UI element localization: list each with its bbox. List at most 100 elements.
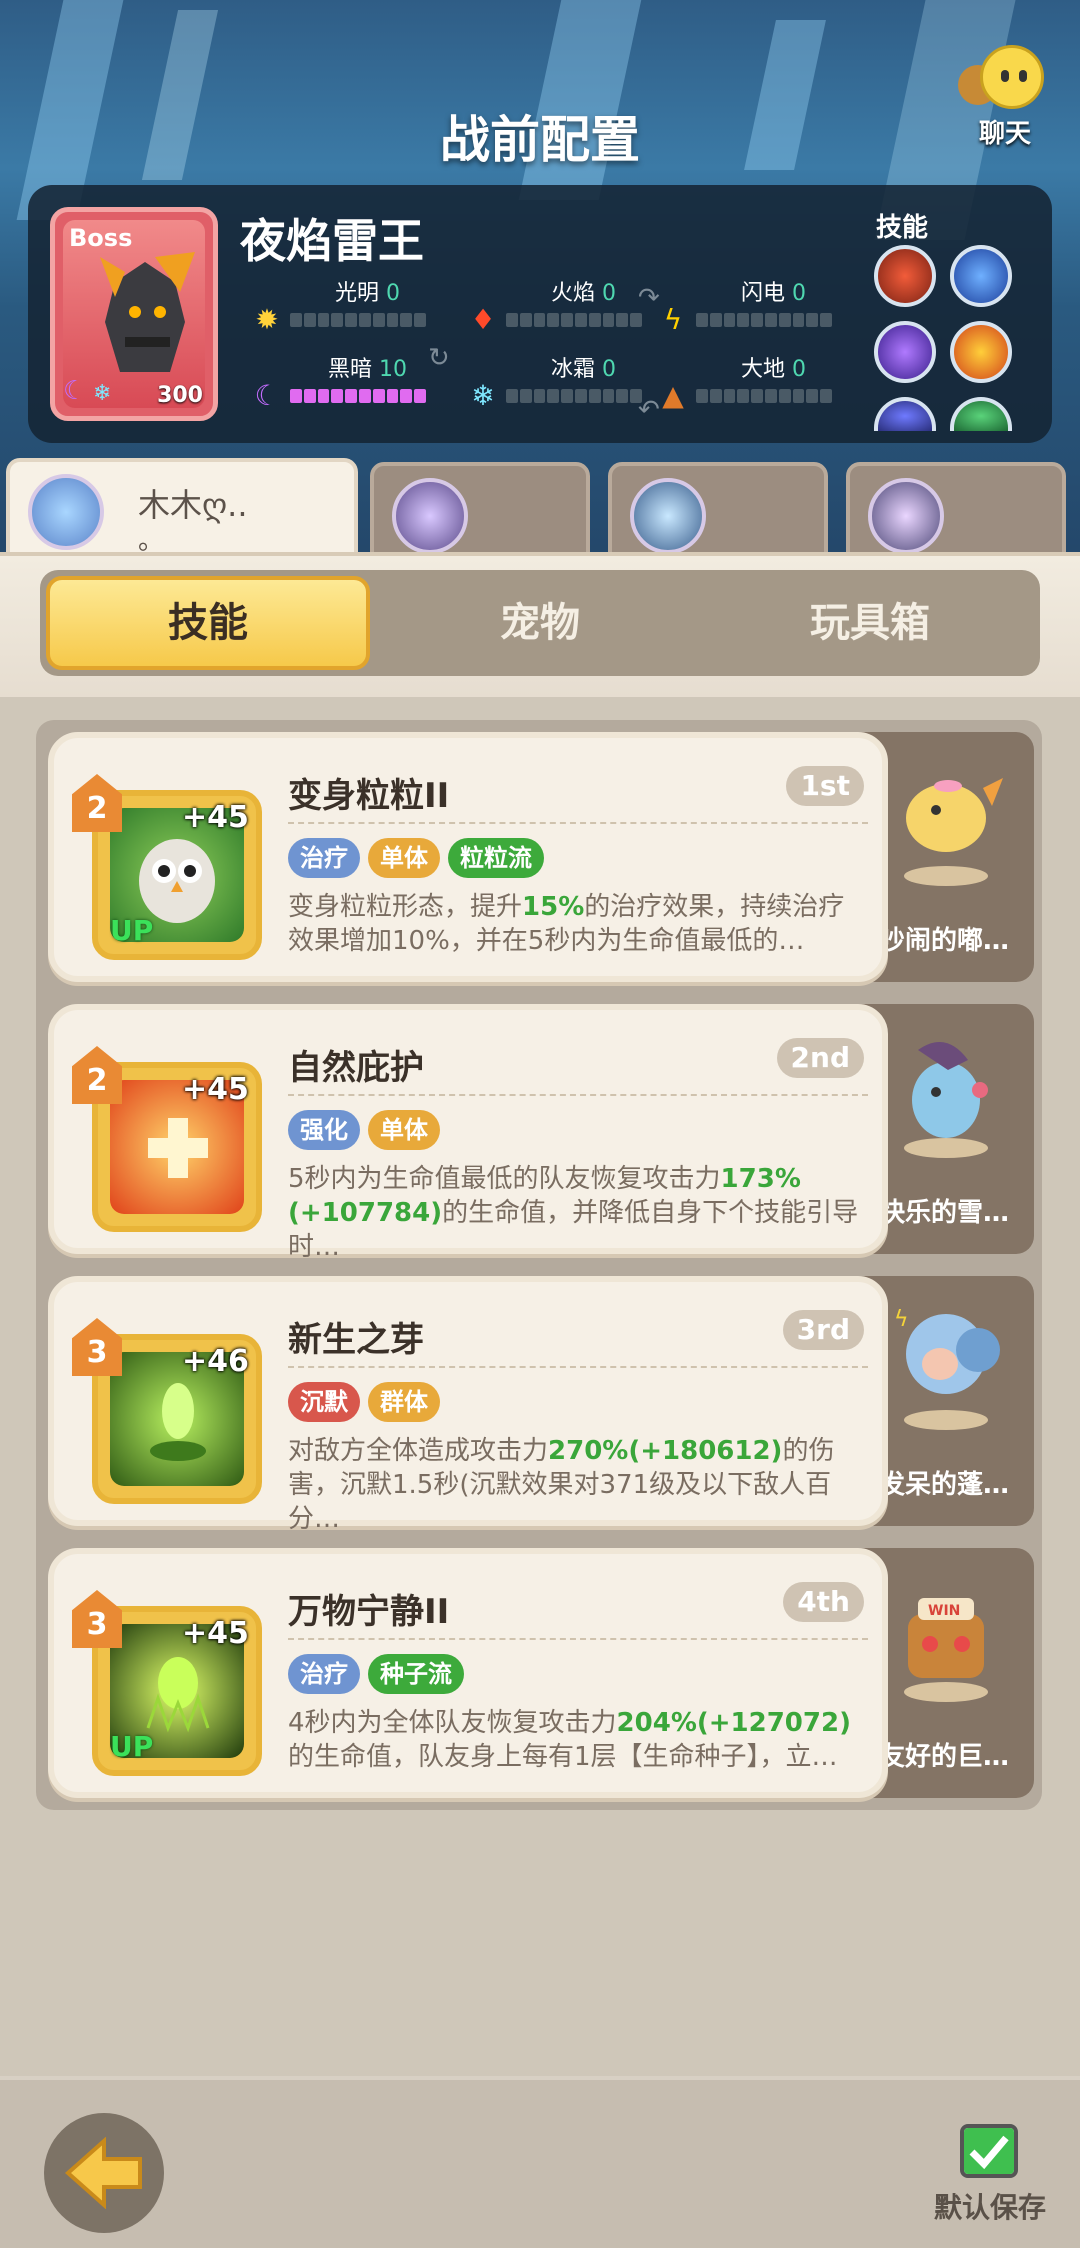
default-save-checkbox[interactable] <box>960 2124 1018 2178</box>
moon-icon: ☾ <box>63 376 87 406</box>
skill-tags: 治疗 单体 粒粒流 <box>288 838 544 878</box>
divider <box>288 1094 868 1096</box>
skill-rank: 3rd <box>782 1310 864 1350</box>
skill-level-badge: 2 <box>72 1046 122 1104</box>
cycle-arrow-icon: ↷ <box>638 283 660 313</box>
skill-tag: 群体 <box>368 1382 440 1422</box>
skill-card-1[interactable]: 2 +45 UP 变身粒粒II 1st 治疗 单体 粒粒流 变身粒粒形态，提升1… <box>48 732 888 982</box>
chat-button[interactable]: 聊天 <box>950 45 1070 149</box>
default-save-label: 默认保存 <box>933 2191 1046 2224</box>
cycle-arrow-icon: ↻ <box>428 343 450 373</box>
attribute-fire: 火焰 0 ♦ <box>466 275 666 336</box>
boss-tag: Boss <box>69 224 133 252</box>
boss-skill-crown-icon[interactable] <box>950 321 1012 383</box>
skill-card-2[interactable]: 2 +45 自然庇护 2nd 强化 单体 5秒内为生命值最低的队友恢复攻击力17… <box>48 1004 888 1262</box>
skill-tag: 粒粒流 <box>448 838 544 878</box>
cycle-arrow-icon: ↶ <box>638 395 660 425</box>
skill-bonus: +45 <box>182 1616 249 1651</box>
attribute-light: 光明 0 ✹ <box>250 275 450 336</box>
skill-tags: 强化 单体 <box>288 1110 440 1150</box>
boss-skill-lightning-icon[interactable] <box>950 245 1012 307</box>
skill-description: 4秒内为全体队友恢复攻击力204%(+127072)的生命值，队友身上每有1层【… <box>288 1708 851 1772</box>
dragon-icon <box>100 252 195 372</box>
skill-name: 变身粒粒II <box>288 776 450 816</box>
boss-panel: Boss ☾ ❄ 300 夜焰雷王 光明 0 ✹ 火焰 0 ♦ 闪电 0 ϟ 黑… <box>28 185 1052 443</box>
attribute-frost: 冰霜 0 ❄ <box>466 351 666 412</box>
skill-description: 对敌方全体造成攻击力270%(+180612)的伤害，沉默1.5秒(沉默效果对3… <box>288 1436 835 1534</box>
snowflake-icon: ❄ <box>471 379 495 412</box>
pet-bird-icon <box>904 778 1003 886</box>
attribute-earth: 大地 0 ▲ <box>656 351 856 412</box>
skill-tag: 沉默 <box>288 1382 360 1422</box>
skill-name: 自然庇护 <box>288 1048 424 1088</box>
tab-skills[interactable]: 技能 <box>46 576 370 670</box>
player-tab-2[interactable] <box>370 462 590 558</box>
moon-icon: ☾ <box>254 379 280 412</box>
tab-toybox[interactable]: 玩具箱 <box>705 570 1035 676</box>
skill-level-badge: 2 <box>72 774 122 832</box>
svg-text:ϟ: ϟ <box>894 1307 909 1332</box>
skill-tags: 治疗 种子流 <box>288 1654 464 1694</box>
up-mark: UP <box>110 1730 154 1763</box>
boss-skill-claw-icon[interactable] <box>874 245 936 307</box>
lightning-icon: ϟ <box>663 303 683 336</box>
skill-bonus: +46 <box>182 1344 249 1379</box>
skill-name: 新生之芽 <box>288 1320 424 1360</box>
skill-rank: 4th <box>783 1582 864 1622</box>
player-tab-3[interactable] <box>608 462 828 558</box>
attribute-lightning: 闪电 0 ϟ <box>656 275 856 336</box>
skill-list: 吵闹的嘟… 2 +45 UP 变身粒粒II 1st 治疗 单体 粒粒流 变身粒粒… <box>36 720 1042 1810</box>
up-mark: UP <box>110 914 154 947</box>
boss-level: 300 <box>157 383 203 408</box>
skill-tags: 沉默 群体 <box>288 1382 440 1422</box>
category-tabs: 技能 宠物 玩具箱 <box>40 570 1040 676</box>
skill-tag: 治疗 <box>288 1654 360 1694</box>
boss-skill-storm-icon[interactable] <box>874 321 936 383</box>
avatar <box>868 478 944 554</box>
skill-rank: 1st <box>786 766 864 806</box>
avatar <box>392 478 468 554</box>
player-tabs: 木木ღ.. 。 <box>0 458 1080 558</box>
skill-name: 万物宁静II <box>288 1592 450 1632</box>
chat-label: 聊天 <box>978 119 1031 149</box>
divider <box>288 1366 868 1368</box>
tab-pets[interactable]: 宠物 <box>375 570 705 676</box>
avatar <box>630 478 706 554</box>
sprout-icon <box>150 1383 206 1461</box>
page-title: 战前配置 <box>440 111 640 169</box>
divider <box>288 822 868 824</box>
pet-yeti-icon <box>904 1042 988 1158</box>
divider <box>288 1638 868 1640</box>
player-tab-self[interactable]: 木木ღ.. 。 <box>6 458 358 558</box>
skill-level-badge: 3 <box>72 1318 122 1376</box>
boss-skills-label: 技能 <box>876 213 929 243</box>
skill-tag: 种子流 <box>368 1654 464 1694</box>
pet-giant-icon: WIN <box>904 1598 988 1702</box>
skill-description: 5秒内为生命值最低的队友恢复攻击力173%(+107784)的生命值，并降低自身… <box>288 1164 859 1262</box>
skill-bonus: +45 <box>182 1072 249 1107</box>
skill-tag: 单体 <box>368 1110 440 1150</box>
avatar <box>28 474 104 550</box>
attribute-dark: 黑暗 10 ☾ <box>250 351 450 412</box>
skill-card-3[interactable]: 3 +46 新生之芽 3rd 沉默 群体 对敌方全体造成攻击力270%(+180… <box>48 1276 888 1534</box>
skill-bonus: +45 <box>182 800 249 835</box>
snowflake-icon: ❄ <box>93 381 112 406</box>
skill-description: 变身粒粒形态，提升15%的治疗效果，持续治疗效果增加10%，并在5秒内为生命值最… <box>288 892 845 956</box>
seed-icon <box>146 1657 210 1733</box>
fire-icon: ♦ <box>470 303 496 336</box>
back-button[interactable] <box>44 2113 164 2233</box>
boss-name: 夜焰雷王 <box>240 214 424 268</box>
svg-text:WIN: WIN <box>928 1603 960 1619</box>
earth-icon: ▲ <box>662 379 684 412</box>
boss-skill-more-icon[interactable] <box>950 397 1012 431</box>
boss-skill-more-icon[interactable] <box>874 397 936 431</box>
skill-rank: 2nd <box>776 1038 864 1078</box>
boss-portrait[interactable]: Boss ☾ ❄ 300 <box>50 207 218 421</box>
player-tab-4[interactable] <box>846 462 1066 558</box>
skill-level-badge: 3 <box>72 1590 122 1648</box>
skill-card-4[interactable]: 3 +45 UP 万物宁静II 4th 治疗 种子流 4秒内为全体队友恢复攻击力… <box>48 1548 888 1798</box>
skill-tag: 单体 <box>368 838 440 878</box>
skill-tag: 强化 <box>288 1110 360 1150</box>
pet-sheep-icon: ϟ <box>894 1307 1000 1430</box>
checkmark-icon <box>964 2128 1014 2174</box>
